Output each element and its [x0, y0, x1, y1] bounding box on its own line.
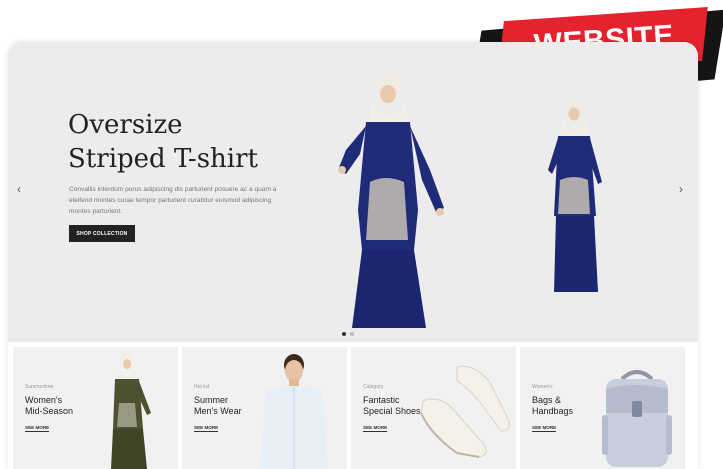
browser-frame: Oversize Striped T-shirt Convallis inter… [8, 42, 698, 469]
card-category: Summertime [25, 384, 54, 390]
category-card-womens[interactable]: Summertime Women's Mid-Season SEE MORE [13, 347, 178, 469]
card-title: Bags & Handbags [532, 395, 574, 416]
hero-model-main [338, 72, 444, 328]
see-more-link[interactable]: SEE MORE [532, 425, 557, 432]
category-card-shoes[interactable]: Category Fantastic Special Shoes SEE MOR… [351, 347, 516, 469]
hero-title: Oversize Striped T-shirt [68, 110, 258, 174]
shop-collection-button[interactable]: SHOP COLLECTION [69, 225, 135, 242]
card-category: Category [363, 384, 384, 390]
hero-slider: Oversize Striped T-shirt Convallis inter… [8, 42, 698, 342]
slider-dot-2[interactable] [350, 332, 354, 336]
see-more-link[interactable]: SEE MORE [25, 425, 50, 432]
category-cards: Summertime Women's Mid-Season SEE MORE H… [13, 347, 685, 469]
category-card-bags[interactable]: Women's Bags & Handbags SEE MORE [520, 347, 685, 469]
chevron-left-icon[interactable]: ‹ [12, 182, 26, 196]
card-title: Women's Mid-Season [25, 395, 74, 416]
see-more-link[interactable]: SEE MORE [194, 425, 219, 432]
slider-dot-1[interactable] [342, 332, 346, 336]
category-card-mens[interactable]: Hot list Summer Men's Wear SEE MORE [182, 347, 347, 469]
card-category: Hot list [194, 384, 210, 390]
see-more-link[interactable]: SEE MORE [363, 425, 388, 432]
slider-dots [342, 332, 354, 336]
hero-description: Convallis interdum purus adipiscing dis … [69, 186, 277, 215]
shoes-image [420, 365, 510, 458]
mens-model-image [260, 354, 328, 469]
womens-model-image [111, 352, 151, 469]
card-category: Women's [532, 384, 553, 390]
hero-model-secondary [548, 98, 602, 292]
chevron-right-icon[interactable]: › [674, 182, 688, 196]
backpack-image [602, 370, 672, 467]
